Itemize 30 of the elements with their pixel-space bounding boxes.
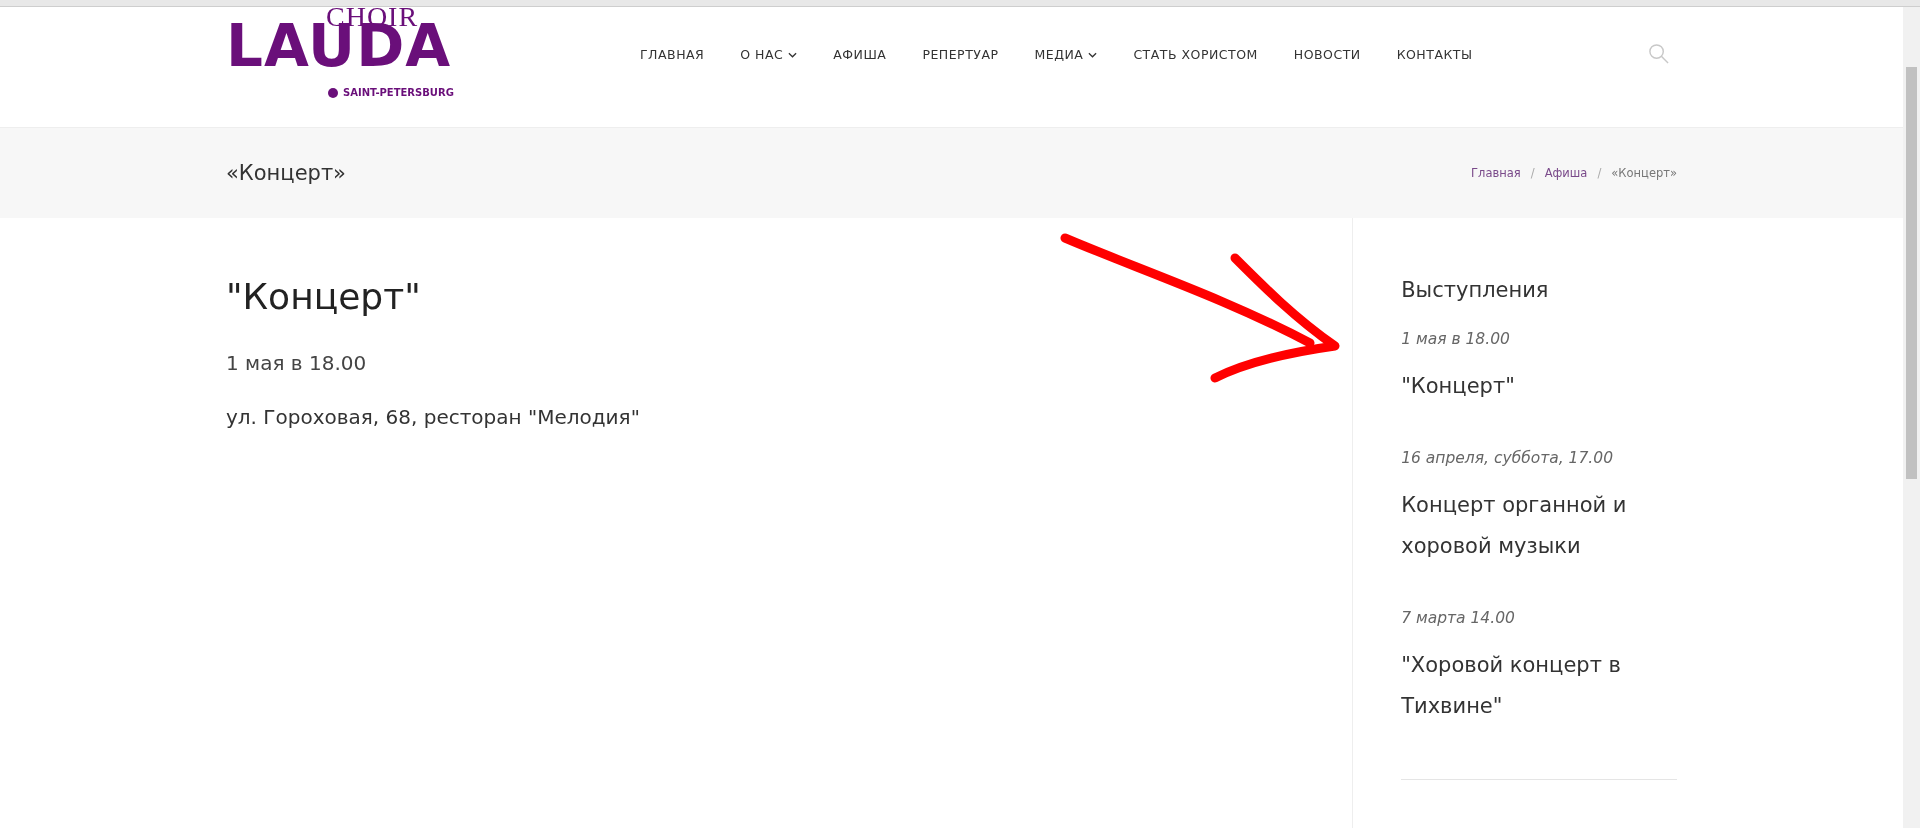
breadcrumb-link[interactable]: Главная [1471, 166, 1521, 180]
sidebar-heading: Выступления [1401, 278, 1550, 302]
scrollbar[interactable] [1903, 7, 1920, 828]
search-icon[interactable] [1648, 43, 1669, 64]
nav-link[interactable]: КОНТАКТЫ [1396, 47, 1473, 62]
event-address: ул. Гороховая, 68, ресторан "Мелодия" [226, 405, 641, 429]
event-link[interactable]: "Хоровой концерт в Тихвине" [1401, 645, 1677, 727]
breadcrumb-link[interactable]: Афиша [1544, 166, 1588, 180]
event-title: "Концерт" [226, 276, 422, 317]
event-date: 1 мая в 18.00 [1401, 330, 1511, 348]
chevron-down-icon [788, 51, 798, 58]
event-date: 16 апреля, суббота, 17.00 [1401, 449, 1614, 467]
nav-link[interactable]: ГЛАВНАЯ [640, 47, 705, 62]
nav-link[interactable]: МЕДИА [1034, 47, 1098, 62]
breadcrumb-current: «Концерт» [1611, 166, 1677, 180]
event-date: 1 мая в 18.00 [226, 351, 368, 375]
event-date: 7 марта 14.00 [1401, 609, 1516, 627]
event-link[interactable]: Концерт органной и хоровой музыки [1401, 485, 1677, 567]
breadcrumb-separator: / [1597, 166, 1602, 180]
nav-link[interactable]: АФИША [833, 47, 887, 62]
event-link[interactable]: "Концерт" [1401, 366, 1677, 407]
nav-link[interactable]: О НАС [740, 47, 798, 62]
logo-city: SAINT-PETERSBURG [343, 87, 454, 98]
nav-link[interactable]: РЕПЕРТУАР [922, 47, 999, 62]
breadcrumb-separator: / [1530, 166, 1535, 180]
chevron-down-icon [1088, 51, 1098, 58]
nav-link[interactable]: НОВОСТИ [1293, 47, 1361, 62]
logo-dot-icon [328, 87, 338, 98]
page-title: «Концерт» [226, 161, 346, 185]
nav-link[interactable]: СТАТЬ ХОРИСТОМ [1133, 47, 1258, 62]
